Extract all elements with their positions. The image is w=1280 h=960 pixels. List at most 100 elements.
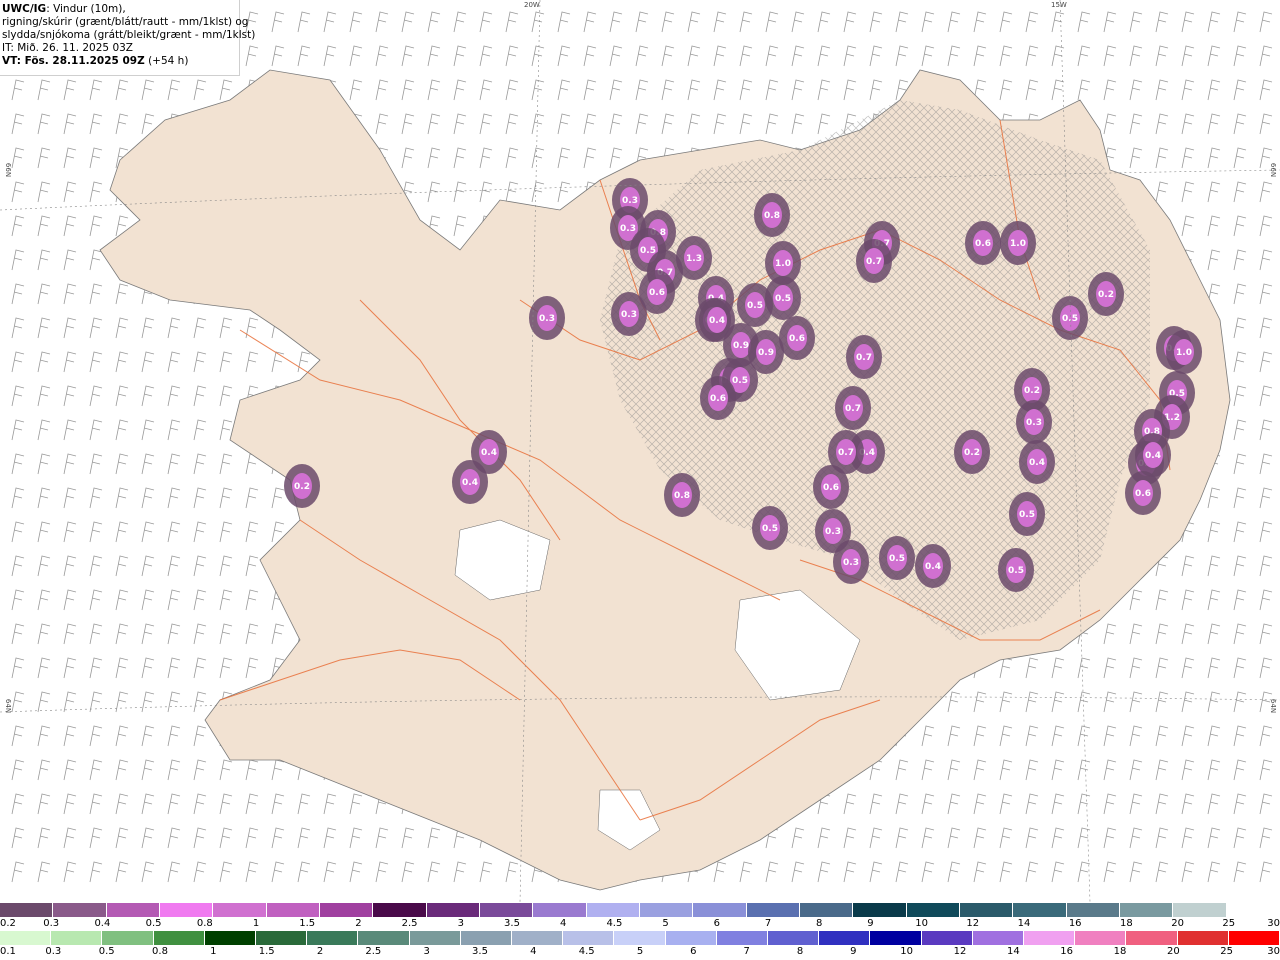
precip-value-label: 1.0: [775, 259, 791, 269]
precip-value-label: 0.3: [620, 224, 636, 234]
forecast-hour: (+54 h): [144, 55, 189, 67]
precip-value-label: 0.5: [732, 376, 748, 386]
legend-swatch: [639, 903, 694, 917]
title-text: : Vindur (10m),: [46, 3, 126, 15]
legend-tick-label: 6: [690, 946, 697, 957]
legend-tick-label: 0.3: [45, 946, 62, 957]
legend-swatch: [665, 931, 717, 945]
precip-value-label: 0.3: [621, 310, 637, 320]
precip-value-label: 0.9: [758, 348, 774, 358]
legend-swatch: [409, 931, 461, 945]
legend-swatch: [307, 931, 359, 945]
legend-swatch: [256, 931, 308, 945]
legend-tick-label: 16: [1060, 946, 1074, 957]
legend-swatch: [819, 931, 871, 945]
legend-tick-label: 18: [1113, 946, 1127, 957]
legend-tick-label: 0.4: [94, 918, 111, 929]
precip-value-label: 0.5: [775, 294, 791, 304]
legend-tick-label: 4.5: [578, 946, 595, 957]
legend-swatch: [266, 903, 320, 917]
precip-value-label: 0.4: [925, 562, 941, 572]
precip-value-label: 0.5: [1008, 566, 1024, 576]
legend-swatch: [959, 903, 1014, 917]
legend-swatch: [972, 931, 1025, 945]
legend-swatch: [1126, 931, 1178, 945]
legend-tick-label: 20: [1166, 946, 1180, 957]
legend-swatch: [1226, 903, 1280, 917]
rain-color-scale: [0, 931, 1280, 945]
legend-tick-label: 7: [764, 918, 772, 929]
legend-swatch: [153, 931, 205, 945]
precip-value-label: 0.5: [1019, 510, 1035, 520]
legend-tick-label: 3.5: [472, 946, 488, 957]
legend-tick-label: 30: [1267, 946, 1280, 957]
legend-tick-label: 14: [1017, 918, 1031, 929]
precip-value-label: 0.8: [764, 211, 780, 221]
legend-tick-label: 4.5: [606, 918, 623, 929]
legend-tick-label: 1: [252, 918, 260, 929]
legend-swatch: [693, 903, 747, 917]
precip-value-label: 0.6: [975, 239, 991, 249]
legend-swatch: [921, 931, 973, 945]
legend-swatch: [51, 931, 103, 945]
legend-swatch: [586, 903, 640, 917]
legend-tick-label: 0.8: [196, 918, 213, 929]
legend-tick-label: 1.5: [299, 918, 316, 929]
legend-tick-label: 10: [915, 918, 928, 929]
precip-value-label: 0.4: [1029, 458, 1045, 468]
longitude-label-20w: 20W: [524, 1, 540, 9]
legend-tick-label: 0.1: [0, 946, 16, 957]
latitude-label-66n-right: 66N: [1269, 162, 1278, 178]
precip-value-label: 1.0: [1010, 239, 1026, 249]
precip-value-label: 0.9: [733, 341, 749, 351]
legend-tick-label: 20: [1171, 918, 1184, 929]
legend-swatch: [1228, 931, 1280, 945]
precip-value-label: 1.0: [1176, 348, 1192, 358]
legend-swatch: [213, 903, 267, 917]
legend-swatch: [768, 931, 820, 945]
precip-value-label: 0.8: [674, 491, 690, 501]
legend-swatch: [853, 903, 907, 917]
legend-swatch: [53, 903, 107, 917]
precip-value-label: 0.4: [481, 448, 497, 458]
precip-value-label: 0.2: [1024, 386, 1040, 396]
precip-value-label: 0.6: [710, 394, 726, 404]
legend-swatch: [614, 931, 666, 945]
legend-swatch: [0, 931, 52, 945]
legend-swatch: [512, 931, 564, 945]
legend-tick-label: 0.5: [145, 918, 162, 929]
legend-tick-label: 7: [743, 946, 750, 957]
valid-time: VT: Fös. 28.11.2025 09Z: [2, 55, 145, 67]
legend-tick-label: 18: [1120, 918, 1133, 929]
legend-tick-label: 5: [662, 918, 669, 929]
legend-tick-label: 16: [1068, 918, 1082, 929]
rain-description: rigning/skúrir (grænt/blátt/rautt - mm/1…: [2, 16, 249, 28]
legend-tick-label: 0.5: [98, 946, 115, 957]
precip-value-label: 0.4: [1145, 451, 1161, 461]
precip-value-label: 0.2: [294, 482, 310, 492]
legend-tick-label: 30: [1267, 918, 1280, 929]
precip-value-label: 0.2: [964, 448, 980, 458]
legend-tick-label: 14: [1006, 946, 1020, 957]
precip-value-label: 0.3: [1026, 418, 1042, 428]
legend-swatch: [563, 931, 615, 945]
model-name: UWC/IG: [2, 3, 47, 15]
precip-value-label: 0.7: [866, 257, 882, 267]
legend-swatch: [106, 903, 160, 917]
legend-swatch: [1173, 903, 1227, 917]
legend-tick-label: 8: [796, 946, 804, 957]
legend-tick-label: 25: [1222, 918, 1236, 929]
legend-swatch: [479, 903, 534, 917]
legend-swatch: [0, 903, 54, 917]
legend-tick-label: 2: [355, 918, 362, 929]
precip-value-label: 0.3: [539, 314, 555, 324]
legend-swatch: [319, 903, 374, 917]
legend-swatch: [204, 931, 257, 945]
precip-value-label: 0.2: [1098, 290, 1114, 300]
legend-swatch: [1024, 931, 1076, 945]
legend-tick-label: 4: [560, 918, 567, 929]
legend-swatch: [746, 903, 800, 917]
rain-scale-labels: 0.1 0.3 0.5 0.8 1 1.5 2 2.5 3 3.5 4 4.5 5 6 7 8 9 10 12 14 1…: [0, 946, 1280, 958]
precip-value-label: 0.7: [856, 353, 872, 363]
legend-tick-label: 12: [953, 946, 967, 957]
